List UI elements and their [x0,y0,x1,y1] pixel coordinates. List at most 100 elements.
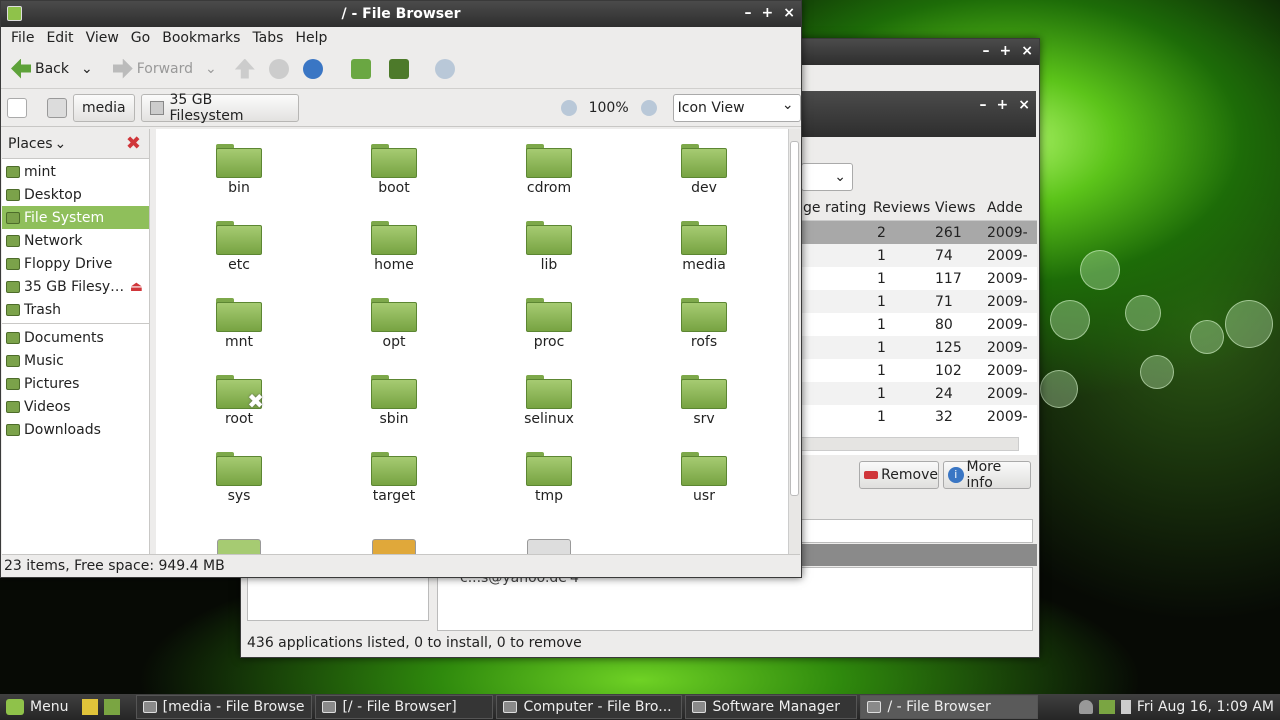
minimize-button[interactable]: – [983,43,990,59]
menu-tabs[interactable]: Tabs [246,30,289,46]
menu-bookmarks[interactable]: Bookmarks [156,30,246,46]
folder-item[interactable]: target [334,452,454,504]
horizontal-scrollbar[interactable] [801,437,1019,451]
maximize-button[interactable]: + [762,5,774,21]
menu-button[interactable]: Menu [0,695,74,719]
sidebar-item-pictures[interactable]: Pictures [2,372,149,395]
eject-icon[interactable]: ⏏ [130,279,143,295]
update-icon[interactable] [1098,700,1115,714]
home-icon[interactable] [350,58,371,79]
chevron-down-icon[interactable]: ⌄ [205,61,217,77]
terminal-launcher-icon[interactable] [104,699,121,715]
menu-edit[interactable]: Edit [40,30,79,46]
file-item[interactable] [489,529,609,554]
zoom-out-icon[interactable] [560,99,577,116]
taskbar-button[interactable]: [/ - File Browser] [315,695,494,719]
column-added[interactable]: Adde [983,200,1025,216]
minimize-button[interactable]: – [980,97,987,113]
zoom-in-icon[interactable] [640,99,657,116]
sidebar-item-file-system[interactable]: File System [2,206,149,229]
menu-go[interactable]: Go [125,30,156,46]
folder-item[interactable]: srv [644,375,764,427]
folder-item[interactable]: proc [489,298,609,350]
close-button[interactable]: × [783,5,795,21]
table-row[interactable]: 1 102 2009- [801,359,1037,382]
folder-item[interactable]: etc [179,221,299,273]
table-row[interactable]: 1 71 2009- [801,290,1037,313]
menu-file[interactable]: File [5,30,40,46]
path-media-button[interactable]: media [73,93,135,122]
folder-item[interactable]: bin [179,144,299,196]
taskbar-button[interactable]: Computer - File Bro... [496,695,683,719]
table-row[interactable]: 1 24 2009- [801,382,1037,405]
folder-item[interactable]: tmp [489,452,609,504]
computer-icon[interactable] [388,58,409,79]
folder-item[interactable]: sbin [334,375,454,427]
forward-button[interactable]: Forward ⌄ [109,55,221,83]
folder-item[interactable]: boot [334,144,454,196]
view-mode-select[interactable]: Icon View ⌄ [672,93,801,122]
folder-item[interactable]: cdrom [489,144,609,196]
folder-item[interactable]: ✖ root [179,375,299,427]
minimize-button[interactable]: – [745,5,752,21]
clock[interactable]: Fri Aug 16, 1:09 AM [1137,699,1274,715]
sidebar-item-floppy-drive[interactable]: Floppy Drive [2,252,149,275]
folder-item[interactable]: mnt [179,298,299,350]
table-row[interactable]: 1 80 2009- [801,313,1037,336]
editor-launcher-icon[interactable] [82,699,99,715]
maximize-button[interactable]: + [997,97,1009,113]
close-button[interactable]: × [1021,43,1033,59]
table-row[interactable]: 1 32 2009- [801,405,1037,428]
chevron-down-icon[interactable]: ⌄ [81,61,93,77]
more-info-button[interactable]: i More info [943,459,1031,491]
folder-item[interactable]: media [644,221,764,273]
taskbar-button[interactable]: / - File Browser [860,695,1039,719]
table-row[interactable]: 1 74 2009- [801,244,1037,267]
vertical-scrollbar[interactable] [788,129,800,554]
search-icon[interactable] [434,58,455,79]
sidebar-item-documents[interactable]: Documents [2,326,149,349]
places-header[interactable]: Places ⌄ ✖ [2,129,149,159]
reload-icon[interactable] [302,58,323,79]
sidebar-item-desktop[interactable]: Desktop [2,183,149,206]
maximize-button[interactable]: + [1000,43,1012,59]
file-item[interactable] [334,529,454,554]
close-button[interactable]: × [1018,97,1030,113]
folder-item[interactable]: usr [644,452,764,504]
column-rating[interactable]: ge rating [801,200,869,216]
sidebar-item-mint[interactable]: mint [2,160,149,183]
folder-item[interactable]: sys [179,452,299,504]
table-row[interactable]: 2 261 2009- [801,221,1037,244]
close-sidebar-icon[interactable]: ✖ [126,133,141,154]
menu-help[interactable]: Help [289,30,333,46]
sidebar-item-downloads[interactable]: Downloads [2,418,149,441]
up-icon[interactable] [234,58,255,79]
stop-icon[interactable] [268,58,289,79]
folder-item[interactable]: home [334,221,454,273]
back-button[interactable]: Back ⌄ [7,55,97,83]
folder-item[interactable]: dev [644,144,764,196]
sidebar-item-videos[interactable]: Videos [2,395,149,418]
sidebar-item-trash[interactable]: Trash [2,298,149,321]
folder-item[interactable]: lib [489,221,609,273]
volume-icon[interactable] [1120,700,1131,714]
taskbar-button[interactable]: [media - File Browser] [136,695,313,719]
remove-button[interactable]: Remove [859,461,939,489]
sidebar-item-music[interactable]: Music [2,349,149,372]
path-toggle-icon[interactable] [47,97,67,118]
folder-item[interactable]: rofs [644,298,764,350]
sidebar-item-35-gb-filesy-[interactable]: 35 GB Filesy… ⏏ [2,275,149,298]
edit-location-icon[interactable] [7,97,27,118]
filter-dropdown[interactable]: ⌄ [801,163,853,191]
table-row[interactable]: 1 117 2009- [801,267,1037,290]
sidebar-item-network[interactable]: Network [2,229,149,252]
column-views[interactable]: Views [931,200,983,216]
column-reviews[interactable]: Reviews [869,200,931,216]
folder-item[interactable]: selinux [489,375,609,427]
taskbar-button[interactable]: Software Manager [685,695,858,719]
scrollbar-thumb[interactable] [790,141,799,496]
file-item[interactable] [179,529,299,554]
search-field[interactable] [801,519,1033,543]
folder-item[interactable]: opt [334,298,454,350]
path-filesystem-button[interactable]: 35 GB Filesystem [140,92,299,124]
